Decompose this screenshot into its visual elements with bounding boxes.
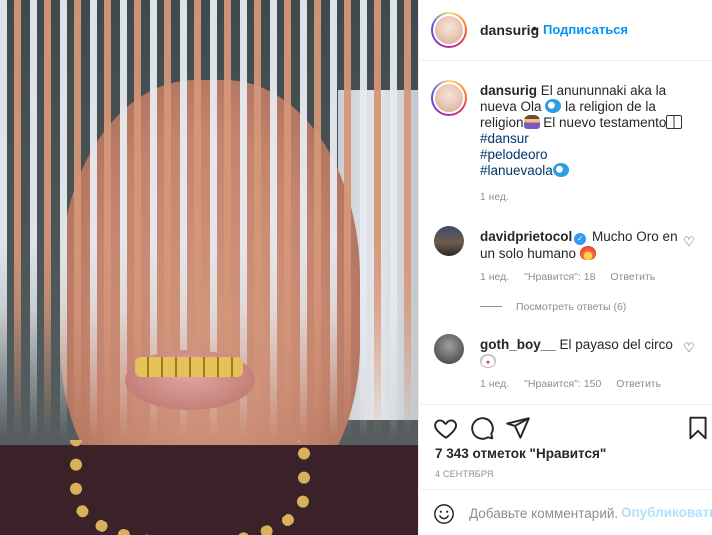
like-heart-icon[interactable]: [433, 415, 459, 441]
follow-button[interactable]: Подписаться: [543, 22, 628, 37]
commenter-avatar[interactable]: [434, 226, 464, 256]
commenter-avatar[interactable]: [434, 334, 464, 364]
caption-time[interactable]: 1 нед.: [480, 192, 509, 203]
wave-emoji-icon: [552, 163, 569, 177]
likes-count[interactable]: 7 343 отметок "Нравится": [435, 446, 606, 461]
replies-divider: [480, 306, 502, 307]
view-replies-button[interactable]: Посмотреть ответы (6): [480, 301, 626, 313]
hashtag-dansur[interactable]: #dansur: [480, 131, 700, 147]
caption-line-3: El nuevo testamento: [543, 115, 667, 130]
post-actions: 7 343 отметок "Нравится" 4 СЕНТЯБРЯ: [419, 404, 712, 489]
book-emoji-icon: [666, 115, 683, 129]
comment-reply-button[interactable]: Ответить: [616, 378, 661, 390]
comment-text: goth_boy__ El payaso del circo: [480, 336, 680, 370]
comment-time[interactable]: 1 нед.: [480, 271, 509, 283]
emoji-picker-smile-icon[interactable]: [433, 503, 455, 525]
commenter-username[interactable]: goth_boy__: [480, 337, 556, 352]
caption-username[interactable]: dansurig: [480, 83, 537, 98]
comment-reply-button[interactable]: Ответить: [610, 271, 655, 283]
author-username[interactable]: dansurig: [480, 22, 539, 38]
publish-comment-button[interactable]: Опубликовать: [621, 505, 712, 520]
verified-badge-icon: ✓: [574, 233, 587, 245]
comment-text: davidprietocol ✓ Mucho Oro en un solo hum…: [480, 228, 680, 262]
comment-likes-count[interactable]: "Нравится": 18: [524, 271, 595, 283]
add-comment-bar: Опубликовать: [419, 489, 712, 535]
comment-meta: 1 нед. "Нравится": 150 Ответить: [480, 378, 673, 390]
photo-gold-grill: [135, 357, 243, 377]
separator-dot: •: [532, 20, 537, 36]
add-comment-input[interactable]: [469, 503, 619, 523]
comment-likes-count[interactable]: "Нравится": 150: [524, 378, 601, 390]
post-photo[interactable]: [0, 0, 418, 535]
post-header: dansurig • Подписаться: [419, 0, 712, 61]
fire-emoji-icon: [579, 246, 596, 260]
caption-avatar[interactable]: [431, 80, 467, 116]
person-emoji-icon: [523, 115, 540, 129]
comment-time[interactable]: 1 нед.: [480, 378, 509, 390]
comment-body: El payaso del circo: [559, 337, 673, 352]
wave-emoji-icon: [545, 99, 562, 113]
author-avatar[interactable]: [431, 12, 467, 48]
clown-emoji-icon: [480, 354, 496, 368]
comment-meta: 1 нед. "Нравится": 18 Ответить: [480, 271, 667, 283]
comment-like-heart-icon[interactable]: ♡: [682, 341, 696, 355]
share-send-icon[interactable]: [505, 415, 531, 441]
bookmark-save-icon[interactable]: [685, 415, 711, 441]
hashtag-lanuevaola[interactable]: #lanuevaola: [480, 163, 700, 179]
comment-like-heart-icon[interactable]: ♡: [682, 235, 696, 249]
post-date[interactable]: 4 СЕНТЯБРЯ: [435, 469, 494, 479]
photo-gold-necklace: [70, 440, 310, 535]
hashtag-pelodeoro[interactable]: #pelodeoro: [480, 147, 700, 163]
commenter-username[interactable]: davidprietocol: [480, 229, 572, 244]
caption-text: dansurig El anununnaki aka la nueva Ola …: [480, 83, 700, 179]
post-side-panel: dansurig • Подписаться dansurig El anunu…: [418, 0, 712, 535]
comment-bubble-icon[interactable]: [469, 415, 495, 441]
